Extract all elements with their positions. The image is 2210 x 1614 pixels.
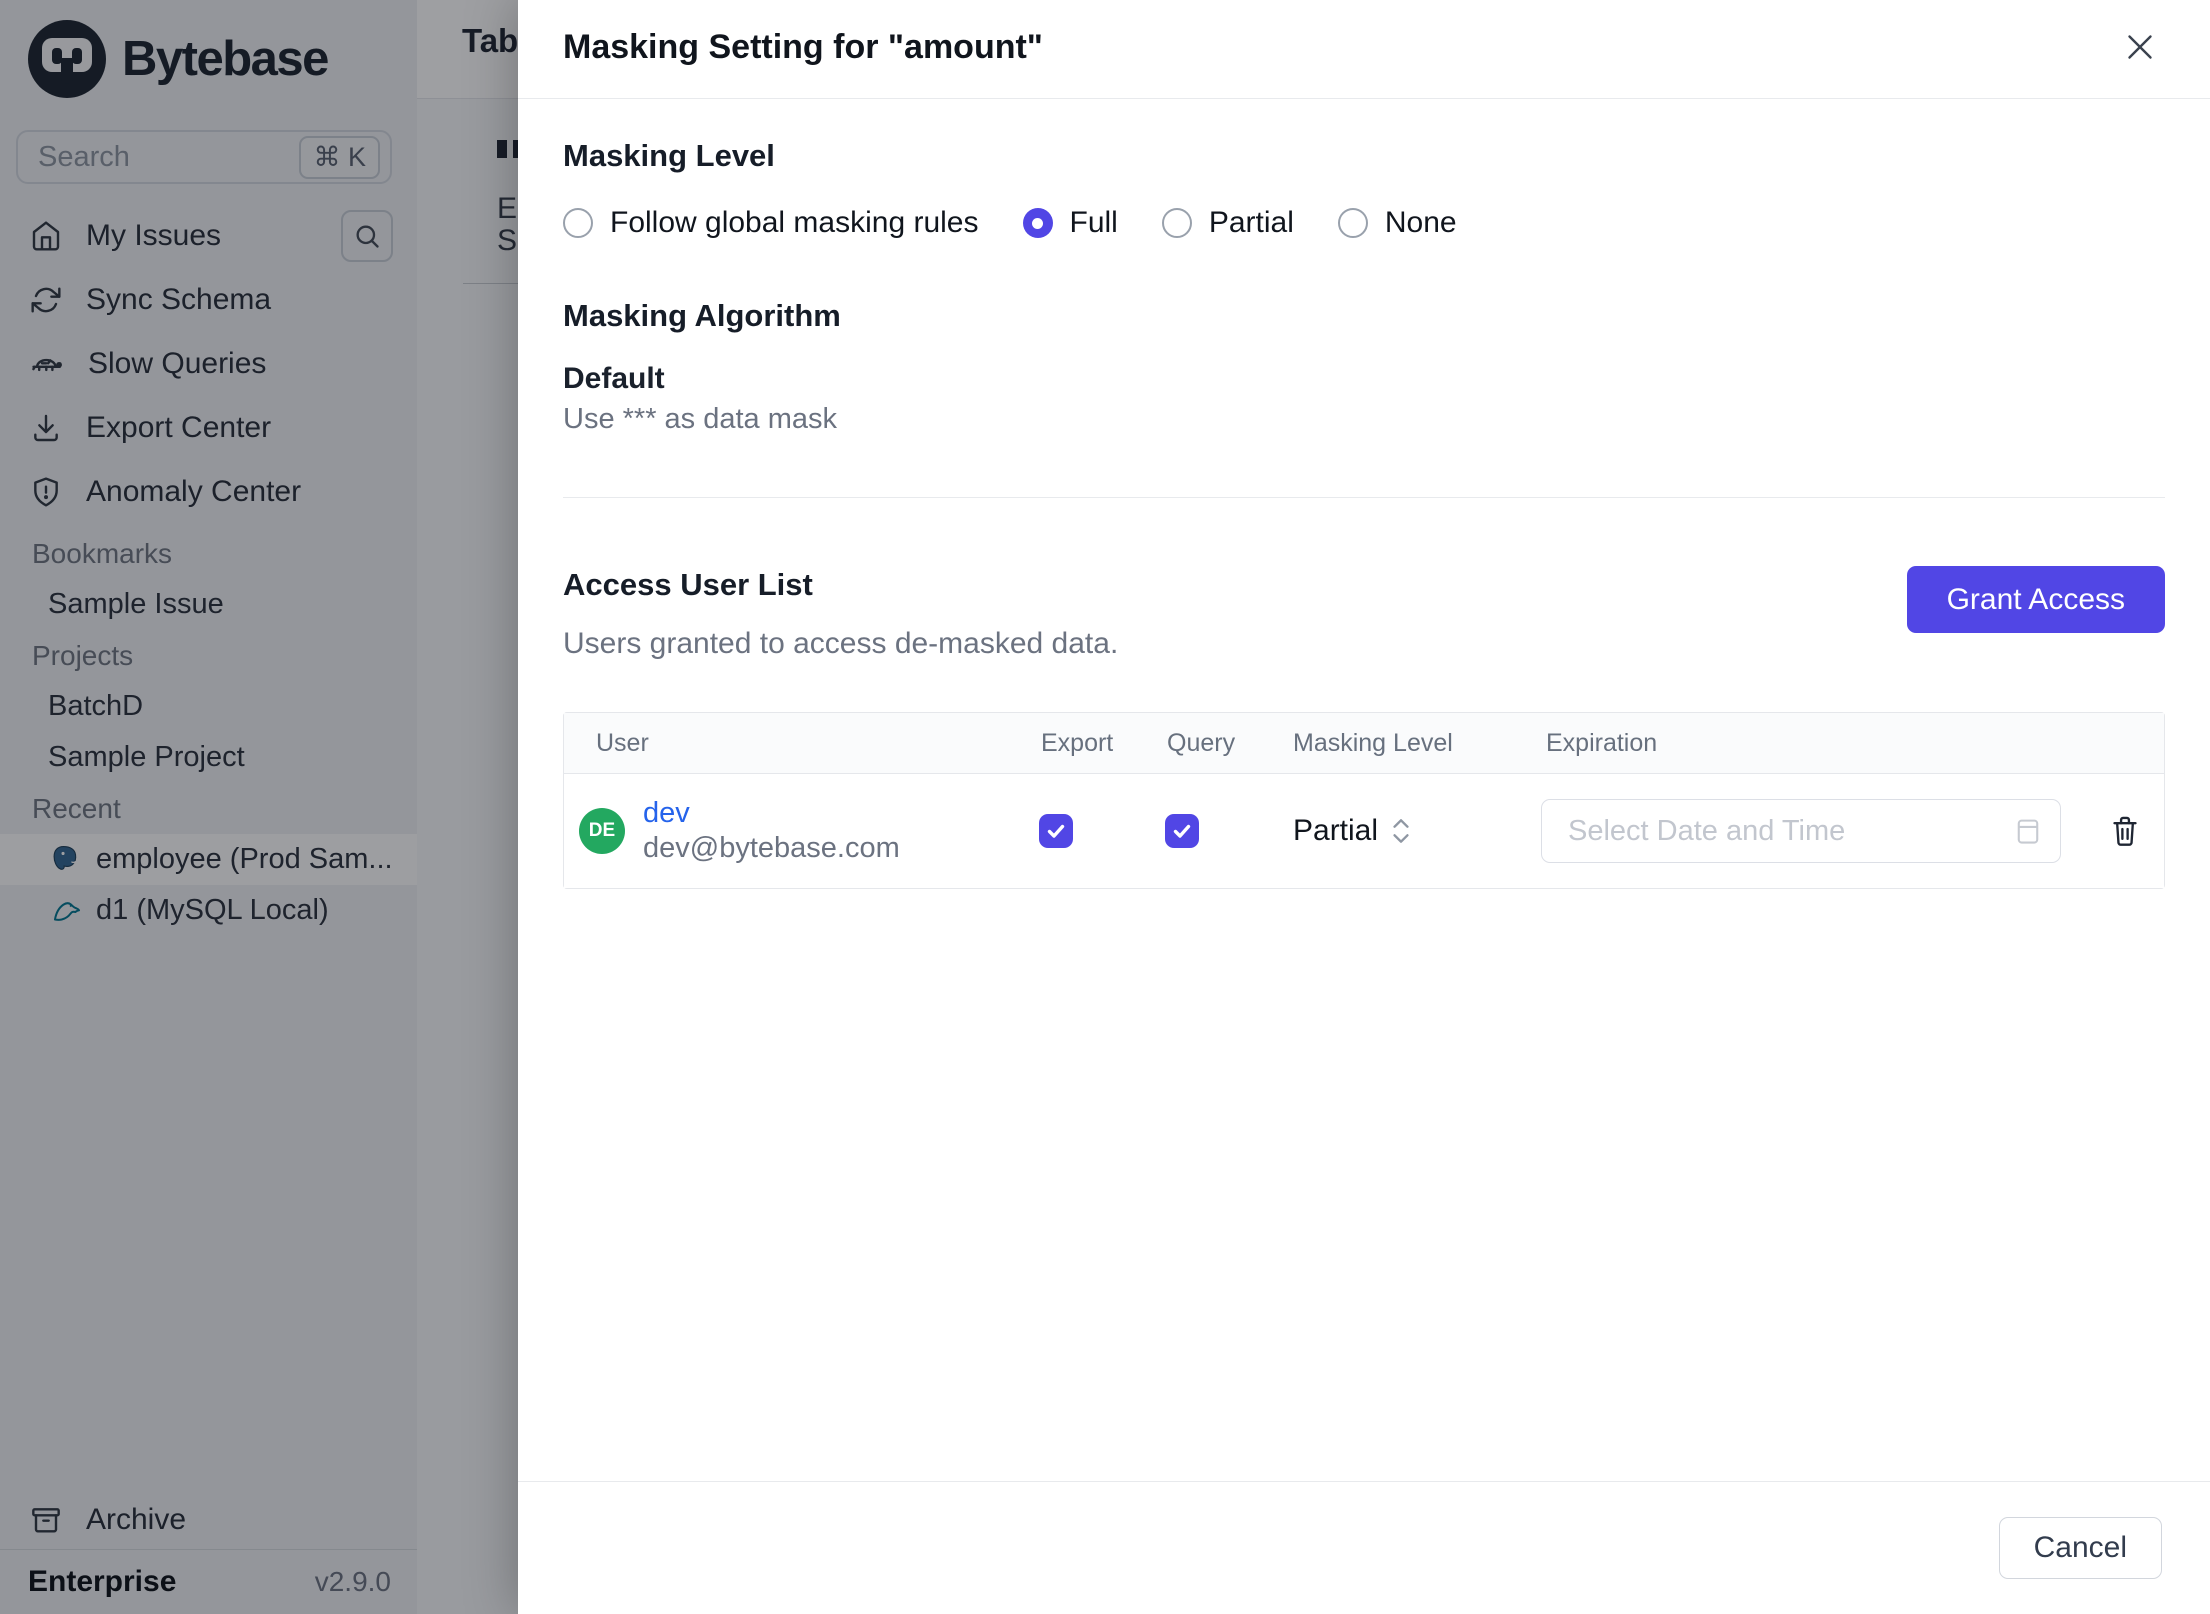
access-user-list-subtitle: Users granted to access de-masked data. (563, 627, 1119, 660)
export-checkbox[interactable] (1039, 814, 1073, 848)
radio-follow-global[interactable]: Follow global masking rules (563, 206, 979, 240)
export-cell (1009, 814, 1135, 848)
avatar: DE (579, 808, 625, 854)
chevron-up-down-icon (1393, 819, 1409, 843)
access-user-list-header: Access User List Users granted to access… (563, 566, 2165, 662)
algorithm-description: Use *** as data mask (563, 403, 838, 435)
modal-header: Masking Setting for "amount" (518, 0, 2210, 99)
radio-label: None (1384, 206, 1457, 239)
modal-title: Masking Setting for "amount" (563, 28, 1043, 66)
radio-label: Full (1069, 206, 1118, 239)
access-user-table: User Export Query Masking Level Expirati… (563, 712, 2165, 889)
access-user-list-heading: Access User List (563, 567, 813, 602)
modal-body: Masking Level Follow global masking rule… (518, 137, 2210, 889)
masking-level-value: Partial (1293, 814, 1379, 847)
check-icon (1047, 824, 1065, 838)
radio-none[interactable]: None (1337, 206, 1457, 240)
radio-label: Follow global masking rules (610, 206, 979, 239)
close-icon (2128, 34, 2152, 59)
masking-setting-modal: Masking Setting for "amount" Masking Lev… (518, 0, 2210, 1614)
radio-circle-icon[interactable] (563, 208, 593, 238)
radio-circle-icon[interactable] (1337, 208, 1368, 238)
radio-circle-icon[interactable] (1161, 208, 1192, 238)
calendar-icon (2017, 819, 2039, 844)
delete-user-button[interactable] (2109, 814, 2141, 848)
col-query: Query (1167, 728, 1236, 757)
col-expiration: Expiration (1546, 728, 1658, 757)
expiration-cell (1514, 799, 2086, 863)
check-icon (1173, 824, 1191, 838)
col-masking-level: Masking Level (1293, 728, 1453, 757)
col-user: User (596, 728, 649, 757)
masking-level-select[interactable]: Partial (1261, 814, 1514, 848)
query-checkbox[interactable] (1165, 814, 1199, 848)
expiration-date-input[interactable] (1541, 799, 2061, 863)
col-export: Export (1041, 728, 1114, 757)
algorithm-name: Default (563, 362, 665, 395)
radio-partial[interactable]: Partial (1161, 206, 1294, 240)
user-email: dev@bytebase.com (643, 832, 900, 864)
radio-circle-icon-selected[interactable] (1022, 208, 1053, 238)
modal-footer: Cancel (518, 1481, 2210, 1614)
user-cell: DE dev dev@bytebase.com (564, 796, 1009, 866)
cancel-button[interactable]: Cancel (1998, 1517, 2162, 1579)
trash-icon (2113, 816, 2137, 846)
table-row: DE dev dev@bytebase.com Partial Select D… (564, 774, 2164, 888)
grant-access-button[interactable]: Grant Access (1906, 566, 2165, 633)
masking-algorithm-heading: Masking Algorithm (563, 298, 841, 333)
table-header-row: User Export Query Masking Level Expirati… (564, 713, 2164, 774)
app-root: Bytebase ⌘ K My Issues Sync Schema Slow … (0, 0, 2210, 1614)
date-input-field[interactable] (1566, 813, 2014, 849)
query-cell (1135, 814, 1261, 848)
radio-label: Partial (1208, 206, 1294, 239)
masking-level-radio-group: Follow global masking rules Full Partial… (563, 203, 2165, 243)
user-name-link[interactable]: dev (643, 796, 900, 830)
masking-level-heading: Masking Level (563, 138, 775, 173)
remove-user-cell (2086, 814, 2164, 848)
radio-full[interactable]: Full (1022, 206, 1118, 240)
section-divider (563, 497, 2165, 498)
close-button[interactable] (2120, 28, 2160, 68)
